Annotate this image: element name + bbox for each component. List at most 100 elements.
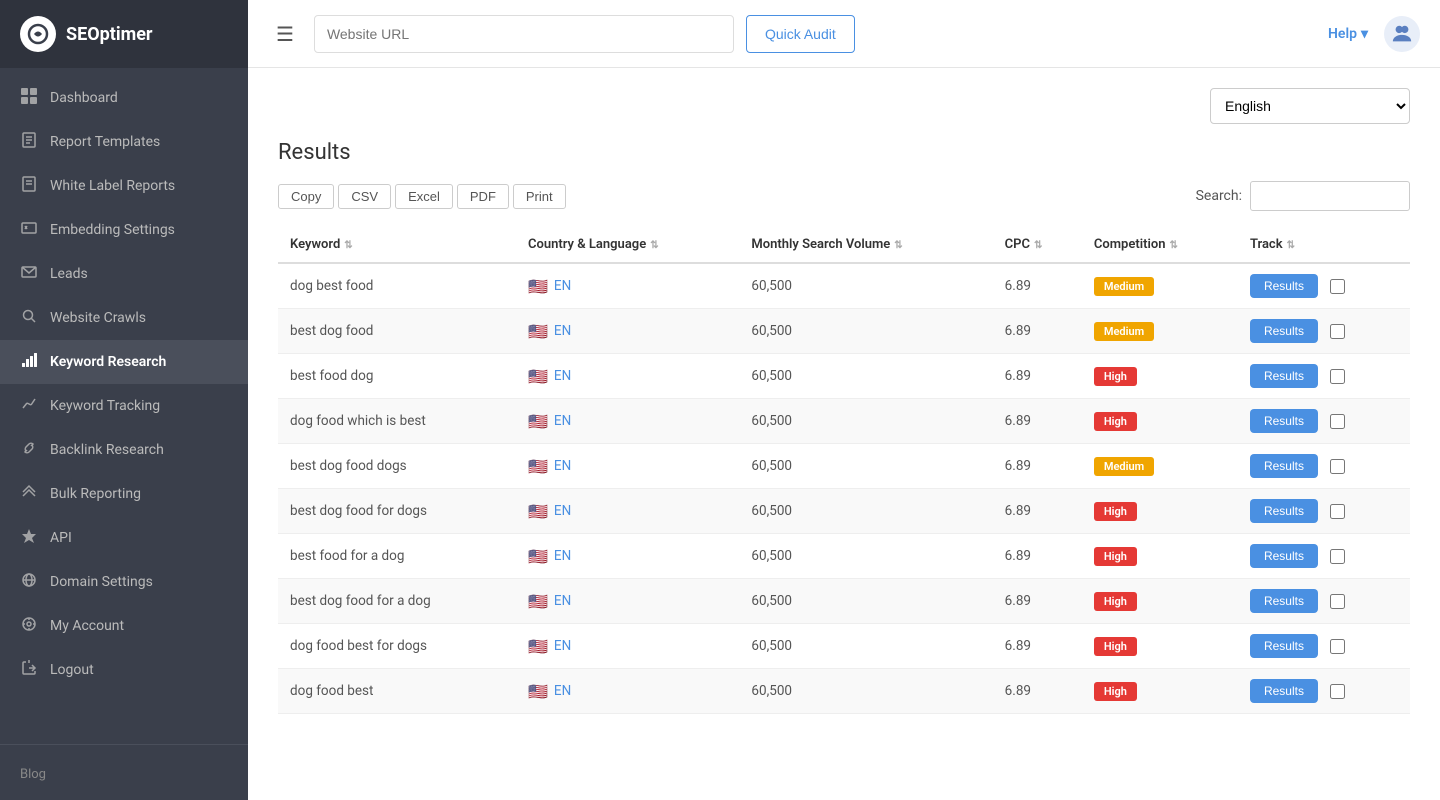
help-button[interactable]: Help ▾ (1328, 26, 1368, 42)
volume-cell: 60,500 (739, 489, 992, 534)
track-cell: Results (1238, 444, 1410, 489)
search-input[interactable] (1250, 181, 1410, 211)
competition-badge: Medium (1094, 322, 1154, 341)
table-body: dog best food🇺🇸EN60,5006.89MediumResults… (278, 263, 1410, 714)
bulk-reporting-icon (20, 484, 38, 504)
col-header-keyword[interactable]: Keyword⇅ (278, 227, 516, 263)
sidebar-item-api[interactable]: API (0, 516, 248, 560)
track-checkbox[interactable] (1330, 414, 1345, 429)
track-checkbox[interactable] (1330, 549, 1345, 564)
sidebar-item-keyword-tracking[interactable]: Keyword Tracking (0, 384, 248, 428)
track-checkbox[interactable] (1330, 504, 1345, 519)
url-input[interactable] (314, 15, 734, 53)
keyword-cell[interactable]: best dog food dogs (278, 444, 516, 489)
track-checkbox[interactable] (1330, 324, 1345, 339)
language-select[interactable]: EnglishSpanishFrenchGermanItalian (1210, 88, 1410, 124)
col-header-cpc[interactable]: CPC⇅ (993, 227, 1082, 263)
table-header-row: Keyword⇅Country & Language⇅Monthly Searc… (278, 227, 1410, 263)
sidebar-item-domain-settings[interactable]: Domain Settings (0, 560, 248, 604)
volume-cell: 60,500 (739, 579, 992, 624)
export-excel-button[interactable]: Excel (395, 184, 453, 209)
sidebar-blog-link[interactable]: Blog (0, 757, 248, 792)
sidebar-item-backlink-research[interactable]: Backlink Research (0, 428, 248, 472)
keyword-cell[interactable]: dog food which is best (278, 399, 516, 444)
keyword-cell[interactable]: best food dog (278, 354, 516, 399)
competition-cell: Medium (1082, 309, 1238, 354)
track-checkbox[interactable] (1330, 459, 1345, 474)
sidebar-item-keyword-research[interactable]: Keyword Research (0, 340, 248, 384)
cpc-cell: 6.89 (993, 669, 1082, 714)
sidebar-item-white-label-reports[interactable]: White Label Reports (0, 164, 248, 208)
sidebar-item-label-api: API (50, 530, 72, 546)
sidebar-item-report-templates[interactable]: Report Templates (0, 120, 248, 164)
flag-icon: 🇺🇸 (528, 637, 548, 656)
white-label-reports-icon (20, 176, 38, 196)
export-pdf-button[interactable]: PDF (457, 184, 509, 209)
col-header-competition[interactable]: Competition⇅ (1082, 227, 1238, 263)
track-checkbox[interactable] (1330, 279, 1345, 294)
lang-code: EN (554, 503, 571, 519)
sort-icon: ⇅ (1034, 240, 1042, 251)
sidebar-item-leads[interactable]: Leads (0, 252, 248, 296)
country-language-cell: 🇺🇸EN (516, 534, 739, 579)
keyword-cell[interactable]: best dog food for dogs (278, 489, 516, 534)
menu-toggle-icon[interactable]: ☰ (268, 18, 302, 50)
results-button[interactable]: Results (1250, 274, 1318, 298)
keyword-cell[interactable]: best dog food for a dog (278, 579, 516, 624)
competition-badge: High (1094, 412, 1137, 431)
results-button[interactable]: Results (1250, 319, 1318, 343)
results-button[interactable]: Results (1250, 454, 1318, 478)
sidebar-item-bulk-reporting[interactable]: Bulk Reporting (0, 472, 248, 516)
volume-cell: 60,500 (739, 444, 992, 489)
col-header-monthly-search-volume[interactable]: Monthly Search Volume⇅ (739, 227, 992, 263)
track-checkbox[interactable] (1330, 594, 1345, 609)
results-button[interactable]: Results (1250, 589, 1318, 613)
keyword-cell[interactable]: best dog food (278, 309, 516, 354)
table-header: Keyword⇅Country & Language⇅Monthly Searc… (278, 227, 1410, 263)
cpc-cell: 6.89 (993, 534, 1082, 579)
results-button[interactable]: Results (1250, 634, 1318, 658)
competition-badge: High (1094, 682, 1137, 701)
export-copy-button[interactable]: Copy (278, 184, 334, 209)
sidebar-item-dashboard[interactable]: Dashboard (0, 76, 248, 120)
track-checkbox[interactable] (1330, 639, 1345, 654)
lang-code: EN (554, 413, 571, 429)
keyword-tracking-icon (20, 396, 38, 416)
sidebar-item-embedding-settings[interactable]: Embedding Settings (0, 208, 248, 252)
competition-cell: Medium (1082, 444, 1238, 489)
cpc-cell: 6.89 (993, 399, 1082, 444)
sidebar-footer: Blog (0, 744, 248, 800)
user-avatar-icon[interactable] (1384, 16, 1420, 52)
sidebar-item-my-account[interactable]: My Account (0, 604, 248, 648)
sidebar-item-label-leads: Leads (50, 266, 88, 282)
volume-cell: 60,500 (739, 399, 992, 444)
results-title: Results (278, 140, 1410, 165)
keyword-cell[interactable]: dog food best (278, 669, 516, 714)
keyword-cell[interactable]: dog food best for dogs (278, 624, 516, 669)
col-header-country-language[interactable]: Country & Language⇅ (516, 227, 739, 263)
track-cell: Results (1238, 399, 1410, 444)
domain-settings-icon (20, 572, 38, 592)
results-button[interactable]: Results (1250, 364, 1318, 388)
results-button[interactable]: Results (1250, 499, 1318, 523)
quick-audit-button[interactable]: Quick Audit (746, 15, 855, 53)
sort-icon: ⇅ (344, 240, 352, 251)
col-header-track[interactable]: Track⇅ (1238, 227, 1410, 263)
sidebar-item-website-crawls[interactable]: Website Crawls (0, 296, 248, 340)
cpc-cell: 6.89 (993, 489, 1082, 534)
export-print-button[interactable]: Print (513, 184, 566, 209)
results-button[interactable]: Results (1250, 679, 1318, 703)
sidebar-item-label-embedding-settings: Embedding Settings (50, 222, 175, 238)
sidebar-item-logout[interactable]: Logout (0, 648, 248, 692)
results-button[interactable]: Results (1250, 544, 1318, 568)
lang-code: EN (554, 548, 571, 564)
keyword-cell[interactable]: dog best food (278, 263, 516, 309)
cpc-cell: 6.89 (993, 579, 1082, 624)
main-area: ☰ Quick Audit Help ▾ EnglishSpanishFren (248, 0, 1440, 800)
track-checkbox[interactable] (1330, 369, 1345, 384)
results-button[interactable]: Results (1250, 409, 1318, 433)
export-csv-button[interactable]: CSV (338, 184, 391, 209)
sidebar-logo: SEOptimer (0, 0, 248, 68)
track-checkbox[interactable] (1330, 684, 1345, 699)
keyword-cell[interactable]: best food for a dog (278, 534, 516, 579)
